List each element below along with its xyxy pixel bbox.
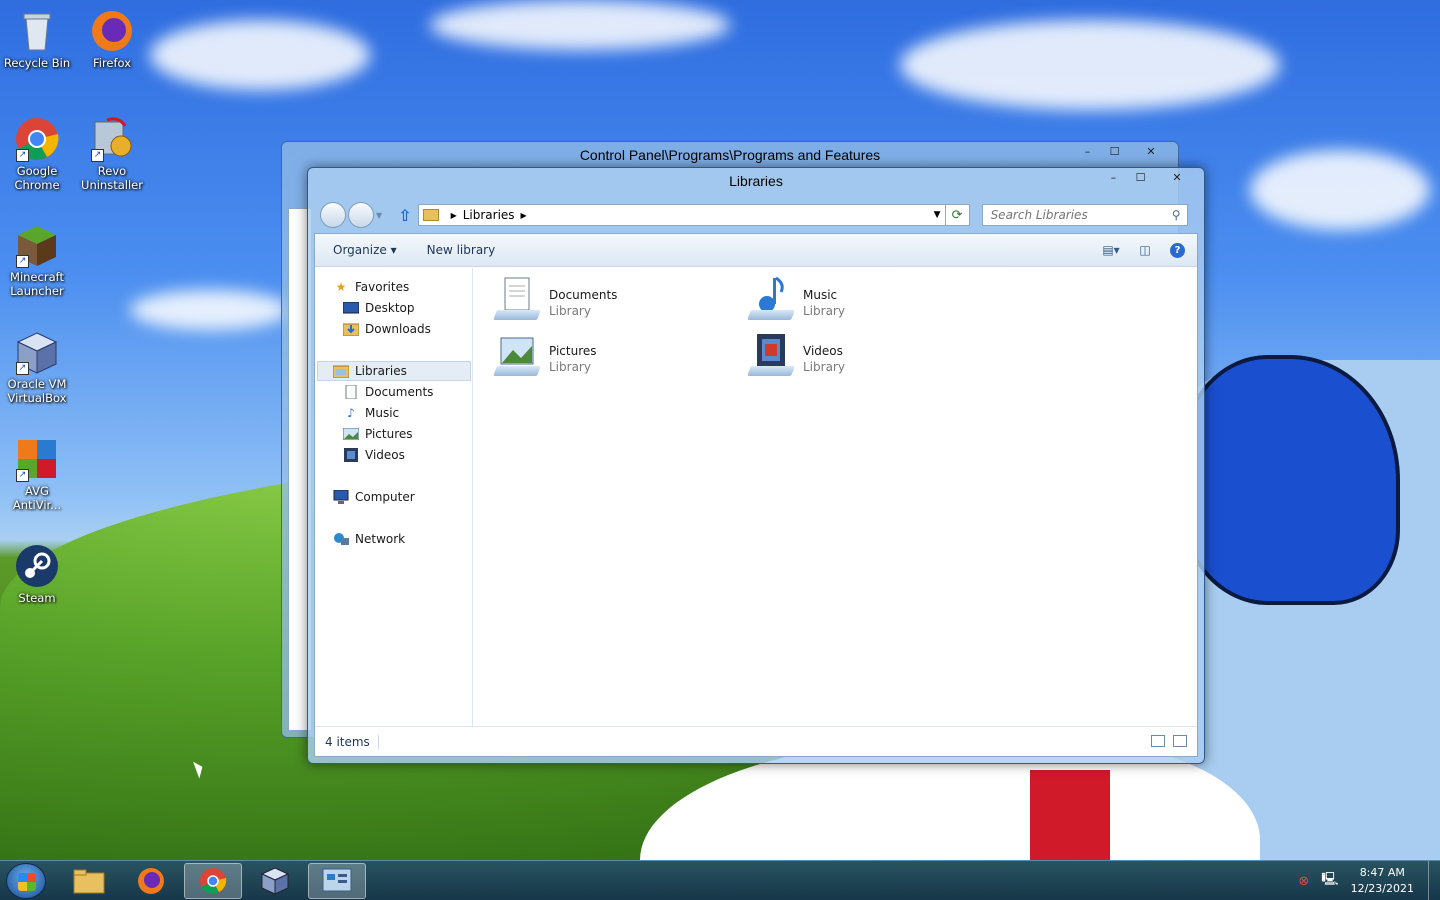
desktop-icon bbox=[343, 301, 359, 315]
videos-icon bbox=[343, 448, 359, 462]
nav-network[interactable]: Network bbox=[333, 529, 405, 549]
taskbar-firefox[interactable] bbox=[122, 863, 180, 899]
maximize-button[interactable]: ☐ bbox=[1101, 142, 1128, 161]
firefox-icon bbox=[89, 8, 135, 54]
chrome-icon bbox=[200, 868, 227, 894]
maximize-button[interactable]: ☐ bbox=[1127, 168, 1154, 187]
command-bar: Organize ▾ New library ▤▾ ◫ ? bbox=[315, 234, 1197, 267]
computer-icon bbox=[333, 490, 349, 504]
folder-icon bbox=[73, 869, 105, 894]
large-icons-view-icon[interactable] bbox=[1173, 735, 1187, 747]
window-title: Libraries bbox=[729, 173, 783, 189]
nav-desktop[interactable]: Desktop bbox=[343, 298, 415, 318]
library-item-documents[interactable]: Documents Library bbox=[493, 276, 617, 322]
address-bar[interactable]: ▶ Libraries ▶ ▼ bbox=[417, 204, 946, 226]
desktop-icon-avg-antivirus[interactable]: ↗ AVG AntiVir... bbox=[0, 436, 74, 512]
libraries-icon bbox=[333, 364, 349, 378]
system-tray: ⊗ 🖳 8:47 AM 12/23/2021 bbox=[1298, 861, 1440, 900]
videos-library-icon bbox=[747, 332, 795, 378]
library-item-pictures[interactable]: Pictures Library bbox=[493, 332, 597, 378]
pictures-library-icon bbox=[493, 332, 541, 378]
downloads-folder-icon bbox=[343, 322, 359, 336]
taskbar-chrome[interactable] bbox=[184, 863, 242, 899]
nav-music[interactable]: ♪ Music bbox=[343, 403, 399, 423]
desktop-icon-google-chrome[interactable]: ↗ Google Chrome bbox=[0, 116, 74, 192]
navigation-pane: ★ Favorites Desktop Downloads Libraries … bbox=[315, 268, 473, 726]
nav-computer[interactable]: Computer bbox=[333, 487, 415, 507]
desktop-icon-steam[interactable]: Steam bbox=[0, 543, 74, 605]
navigation-bar: ▼ ⇧ ▶ Libraries ▶ ▼ ⟳ ⚲ bbox=[314, 200, 1198, 230]
desktop-icon-minecraft-launcher[interactable]: ↗ Minecraft Launcher bbox=[0, 222, 74, 298]
desktop-icon-recycle-bin[interactable]: Recycle Bin bbox=[0, 8, 74, 70]
music-library-icon bbox=[747, 276, 795, 322]
windows-logo-icon bbox=[18, 873, 36, 891]
documents-icon bbox=[343, 385, 359, 399]
up-arrow-icon[interactable]: ⇧ bbox=[398, 206, 411, 225]
minecraft-icon: ↗ bbox=[14, 222, 60, 268]
new-library-button[interactable]: New library bbox=[427, 243, 496, 257]
taskbar-control-panel[interactable] bbox=[308, 863, 366, 899]
taskbar-virtualbox[interactable] bbox=[246, 863, 304, 899]
nav-videos[interactable]: Videos bbox=[343, 445, 405, 465]
star-icon: ★ bbox=[335, 280, 347, 294]
preview-pane-icon[interactable]: ◫ bbox=[1136, 241, 1154, 259]
network-status-icon[interactable]: 🖳 bbox=[1321, 870, 1338, 892]
close-button[interactable]: ✕ bbox=[1128, 142, 1174, 161]
library-items: Documents Library Music Library Pictures… bbox=[475, 268, 1197, 726]
window-title: Control Panel\Programs\Programs and Feat… bbox=[579, 147, 881, 163]
refresh-button[interactable]: ⟳ bbox=[945, 204, 970, 226]
revo-icon: ↗ bbox=[89, 116, 135, 162]
chrome-icon: ↗ bbox=[14, 116, 60, 162]
chevron-right-icon[interactable]: ▶ bbox=[451, 211, 457, 220]
search-input[interactable] bbox=[990, 208, 1161, 222]
desktop-icon-oracle-vm-virtualbox[interactable]: ↗ Oracle VM VirtualBox bbox=[0, 329, 74, 405]
libraries-folder-icon bbox=[422, 209, 439, 221]
address-dropdown-icon[interactable]: ▼ bbox=[934, 210, 945, 220]
recent-pages-dropdown-icon[interactable]: ▼ bbox=[376, 211, 382, 220]
avg-icon: ↗ bbox=[14, 436, 60, 482]
pictures-icon bbox=[343, 427, 359, 441]
firefox-icon bbox=[138, 868, 164, 894]
recycle-bin-icon bbox=[14, 8, 60, 54]
nav-pictures[interactable]: Pictures bbox=[343, 424, 413, 444]
minimize-button[interactable]: – bbox=[1100, 168, 1127, 187]
library-item-music[interactable]: Music Library bbox=[747, 276, 845, 322]
show-desktop-button[interactable] bbox=[1428, 861, 1440, 900]
nav-documents[interactable]: Documents bbox=[343, 382, 433, 402]
library-item-videos[interactable]: Videos Library bbox=[747, 332, 845, 378]
network-icon bbox=[333, 532, 349, 546]
taskbar: ⊗ 🖳 8:47 AM 12/23/2021 bbox=[0, 860, 1440, 900]
search-box[interactable]: ⚲ bbox=[981, 204, 1188, 226]
chevron-right-icon[interactable]: ▶ bbox=[521, 211, 527, 220]
desktop-icon-firefox[interactable]: Firefox bbox=[75, 8, 149, 70]
start-button[interactable] bbox=[6, 863, 46, 899]
back-button[interactable] bbox=[320, 202, 346, 228]
music-note-icon: ♪ bbox=[347, 406, 355, 420]
explorer-content: Organize ▾ New library ▤▾ ◫ ? ★ Favorite… bbox=[314, 233, 1198, 757]
search-icon[interactable]: ⚲ bbox=[1172, 208, 1187, 222]
forward-button[interactable] bbox=[348, 202, 374, 228]
minimize-button[interactable]: – bbox=[1074, 142, 1101, 161]
documents-library-icon bbox=[493, 276, 541, 322]
status-bar: 4 items bbox=[315, 726, 1197, 756]
help-icon[interactable]: ? bbox=[1170, 242, 1185, 258]
control-panel-icon bbox=[322, 868, 352, 892]
virtualbox-icon: ↗ bbox=[14, 329, 60, 375]
close-button[interactable]: ✕ bbox=[1154, 168, 1200, 187]
nav-libraries[interactable]: Libraries bbox=[317, 361, 471, 381]
item-count: 4 items bbox=[325, 734, 379, 749]
change-view-icon[interactable]: ▤▾ bbox=[1102, 241, 1120, 259]
antivirus-alert-icon[interactable]: ⊗ bbox=[1298, 874, 1309, 889]
desktop-icon-revo-uninstaller[interactable]: ↗ Revo Uninstaller bbox=[75, 116, 149, 192]
libraries-window[interactable]: Libraries – ☐ ✕ ▼ ⇧ ▶ Libraries ▶ ▼ ⟳ ⚲ … bbox=[307, 167, 1205, 764]
steam-icon bbox=[14, 543, 60, 589]
clock[interactable]: 8:47 AM 12/23/2021 bbox=[1351, 865, 1414, 897]
virtualbox-icon bbox=[260, 867, 290, 895]
taskbar-explorer[interactable] bbox=[60, 863, 118, 899]
nav-downloads[interactable]: Downloads bbox=[343, 319, 431, 339]
organize-button[interactable]: Organize ▾ bbox=[333, 243, 397, 257]
details-view-icon[interactable] bbox=[1151, 735, 1165, 747]
breadcrumb-libraries[interactable]: Libraries bbox=[463, 208, 515, 222]
nav-favorites[interactable]: ★ Favorites bbox=[333, 277, 410, 297]
